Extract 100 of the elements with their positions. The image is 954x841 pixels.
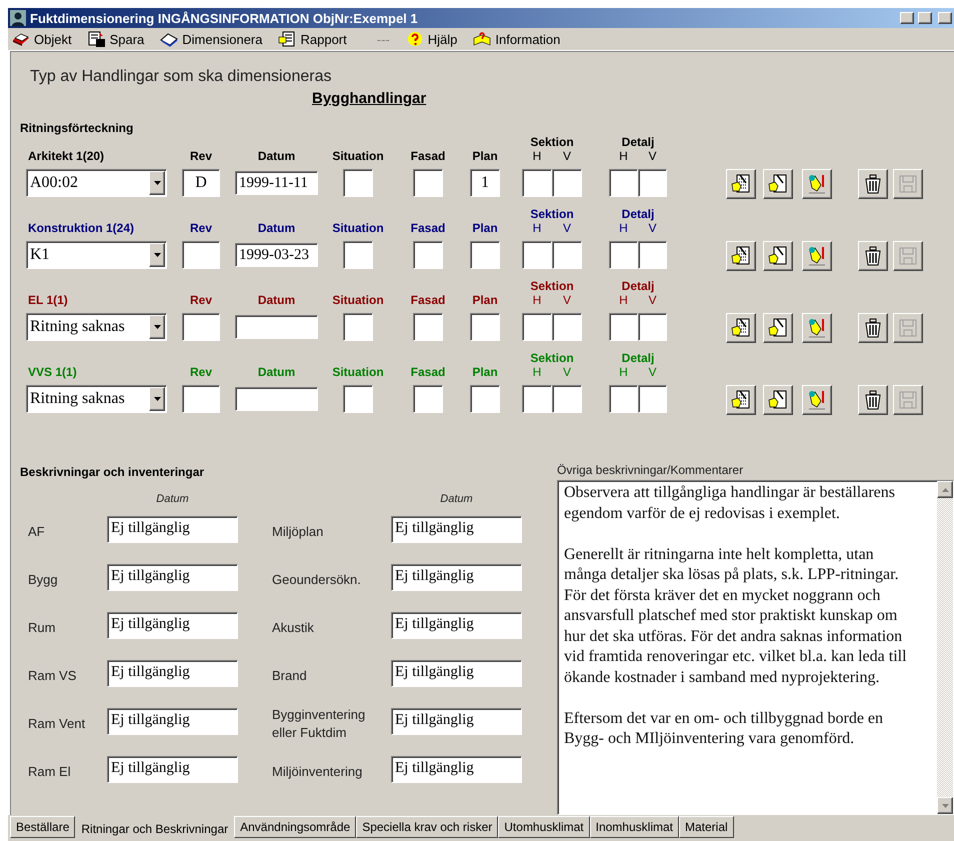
text-field[interactable] xyxy=(413,385,443,413)
toolbar-button[interactable] xyxy=(726,169,756,199)
toolbar-button[interactable] xyxy=(858,169,888,199)
text-field[interactable] xyxy=(343,313,373,341)
text-field[interactable] xyxy=(522,385,552,413)
menu-item[interactable]: Hjälp xyxy=(406,31,458,47)
toolbar-button[interactable] xyxy=(763,241,793,271)
scroll-down-button[interactable] xyxy=(937,797,953,814)
text-field[interactable] xyxy=(638,169,667,197)
menu-item[interactable]: Objekt xyxy=(12,31,72,47)
text-field[interactable]: D xyxy=(182,169,220,197)
text-field[interactable] xyxy=(470,313,500,341)
toolbar-button[interactable] xyxy=(763,169,793,199)
text-field[interactable] xyxy=(413,241,443,269)
toolbar-button[interactable] xyxy=(763,385,793,415)
tab[interactable]: Användningsområde xyxy=(234,816,356,838)
tab[interactable]: Material xyxy=(679,816,734,838)
text-field[interactable] xyxy=(609,169,638,197)
text-field[interactable] xyxy=(522,241,552,269)
tab[interactable]: Beställare xyxy=(10,816,76,838)
text-field[interactable] xyxy=(638,241,667,269)
text-field[interactable] xyxy=(470,241,500,269)
date-field[interactable]: Ej tillgänglig xyxy=(391,756,522,782)
text-field[interactable] xyxy=(470,385,500,413)
column-label: Sektion xyxy=(530,207,574,221)
page-hand-icon xyxy=(767,389,789,411)
date-field[interactable]: Ej tillgänglig xyxy=(107,660,238,686)
minimize-button[interactable] xyxy=(900,12,914,24)
text-field[interactable] xyxy=(413,169,443,197)
tab[interactable]: Utomhusklimat xyxy=(498,816,590,838)
text-field[interactable] xyxy=(552,241,582,269)
text-field[interactable] xyxy=(552,385,582,413)
text-field[interactable] xyxy=(552,313,582,341)
toolbar-button[interactable] xyxy=(802,385,832,415)
toolbar-button[interactable] xyxy=(726,241,756,271)
date-field[interactable]: Ej tillgänglig xyxy=(391,516,522,542)
text-field[interactable] xyxy=(182,313,220,341)
toolbar-button[interactable] xyxy=(726,313,756,343)
menu-item[interactable]: Rapport xyxy=(278,31,347,47)
toolbar-button[interactable] xyxy=(802,169,832,199)
drawing-select[interactable]: A00:02 xyxy=(26,169,167,197)
close-button[interactable] xyxy=(938,12,952,24)
text-field[interactable] xyxy=(343,385,373,413)
date-field[interactable]: Ej tillgänglig xyxy=(391,708,522,734)
date-field[interactable]: Ej tillgänglig xyxy=(107,612,238,638)
maximize-button[interactable] xyxy=(918,12,932,24)
drawing-select[interactable]: K1 xyxy=(26,241,167,269)
toolbar-button[interactable] xyxy=(802,241,832,271)
toolbar-button[interactable] xyxy=(858,313,888,343)
toolbar-button[interactable] xyxy=(763,313,793,343)
text-field[interactable] xyxy=(522,313,552,341)
drawing-select[interactable]: Ritning saknas xyxy=(26,385,167,413)
text-field[interactable] xyxy=(638,385,667,413)
date-field[interactable]: Ej tillgänglig xyxy=(107,708,238,734)
dropdown-button[interactable] xyxy=(149,315,165,339)
comments-field[interactable] xyxy=(557,480,954,815)
date-field[interactable]: Ej tillgänglig xyxy=(107,516,238,542)
text-field[interactable] xyxy=(638,313,667,341)
date-field[interactable]: Ej tillgänglig xyxy=(391,660,522,686)
text-field[interactable] xyxy=(609,385,638,413)
date-field[interactable]: Ej tillgänglig xyxy=(391,564,522,590)
dropdown-button[interactable] xyxy=(149,243,165,267)
column-label: Detalj xyxy=(622,351,654,365)
toolbar-button[interactable] xyxy=(802,313,832,343)
text-field[interactable] xyxy=(609,241,638,269)
toolbar-button[interactable] xyxy=(726,385,756,415)
text-field[interactable] xyxy=(413,313,443,341)
text-field[interactable] xyxy=(552,169,582,197)
text-field[interactable]: 1999-11-11 xyxy=(235,171,318,195)
text-field[interactable] xyxy=(609,313,638,341)
column-label: H xyxy=(532,293,542,307)
text-field[interactable] xyxy=(343,169,373,197)
scrollbar[interactable] xyxy=(937,481,953,814)
column-label: Datum xyxy=(258,293,296,307)
text-field[interactable] xyxy=(182,241,220,269)
tab[interactable]: Speciella krav och risker xyxy=(356,816,498,838)
scroll-up-button[interactable] xyxy=(937,481,953,498)
date-field[interactable]: Ej tillgänglig xyxy=(391,612,522,638)
text-field[interactable] xyxy=(522,169,552,197)
date-field[interactable]: Ej tillgänglig xyxy=(107,756,238,782)
dropdown-button[interactable] xyxy=(149,171,165,195)
column-label: Plan xyxy=(472,365,498,379)
text-field[interactable] xyxy=(235,387,318,411)
drawing-select[interactable]: Ritning saknas xyxy=(26,313,167,341)
toolbar-button[interactable] xyxy=(858,385,888,415)
column-label: Detalj xyxy=(622,135,654,149)
menu-item[interactable]: Information xyxy=(473,31,560,47)
text-field[interactable]: 1 xyxy=(470,169,500,197)
text-field[interactable] xyxy=(343,241,373,269)
dropdown-button[interactable] xyxy=(149,387,165,411)
text-field[interactable]: 1999-03-23 xyxy=(235,243,318,267)
menu-item[interactable]: Spara xyxy=(88,31,144,47)
text-field[interactable] xyxy=(182,385,220,413)
floppy-disk-icon xyxy=(88,31,106,47)
text-field[interactable] xyxy=(235,315,318,339)
menu-item[interactable]: Dimensionera xyxy=(160,31,262,47)
tab[interactable]: Inomhusklimat xyxy=(590,816,679,838)
date-field[interactable]: Ej tillgänglig xyxy=(107,564,238,590)
caret-icon xyxy=(154,253,160,257)
toolbar-button[interactable] xyxy=(858,241,888,271)
